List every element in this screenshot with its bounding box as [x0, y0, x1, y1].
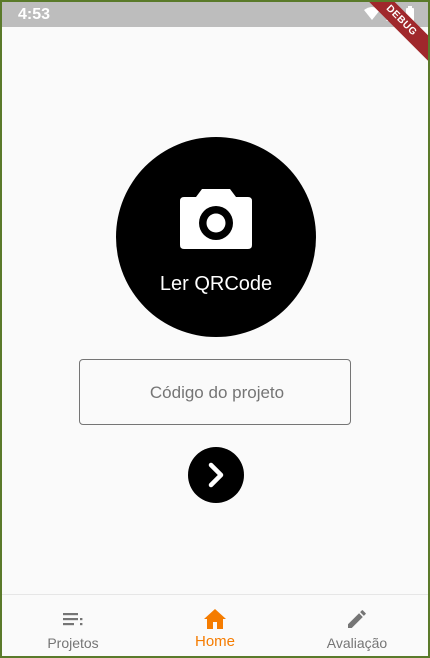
read-qrcode-button[interactable]: Ler QRCode [116, 137, 316, 337]
camera-icon [180, 189, 252, 249]
app-frame: 4:53 DEBUG Ler QRCode Código do projeto … [2, 2, 428, 656]
project-code-field-container [79, 359, 354, 426]
read-qrcode-label: Ler QRCode [159, 273, 273, 295]
nav-label-projetos: Projetos [47, 635, 99, 651]
chevron-right-icon [208, 462, 224, 488]
bottom-navigation: Projetos Home Avaliação [2, 594, 428, 656]
nav-label-home: Home [194, 633, 235, 650]
edit-pencil-icon [348, 610, 366, 628]
status-bar: 4:53 DEBUG [2, 2, 428, 67]
nav-item-projetos[interactable]: Projetos [2, 595, 144, 656]
nav-item-home[interactable]: Home [144, 595, 286, 656]
list-icon [63, 613, 83, 626]
status-time: 4:53 [18, 6, 51, 23]
submit-code-button[interactable] [188, 447, 244, 503]
project-code-input[interactable] [80, 360, 354, 426]
nav-label-avaliacao: Avaliação [326, 635, 388, 651]
nav-item-avaliacao[interactable]: Avaliação [286, 595, 428, 656]
home-icon [204, 609, 226, 629]
